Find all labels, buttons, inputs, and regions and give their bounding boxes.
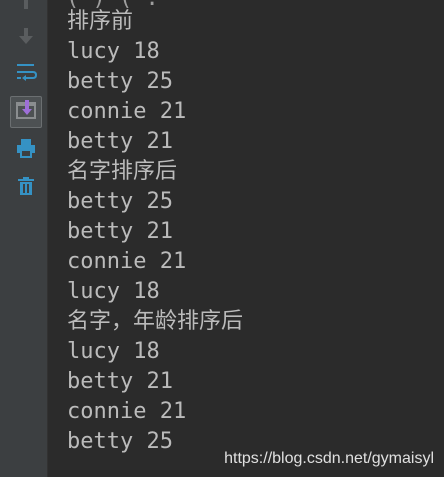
clear-all-button[interactable] — [10, 172, 42, 204]
toolbar-top-edge-button[interactable] — [10, 0, 42, 22]
console-line: betty 25 — [67, 429, 173, 454]
console-line: betty 21 — [67, 129, 173, 154]
watermark: https://blog.csdn.net/gymaisyl — [224, 450, 434, 467]
console-line: lucy 18 — [67, 279, 160, 304]
console-line: connie 21 — [67, 399, 187, 424]
console-lines: 排序前 lucy 18 betty 25 connie 21 betty 21 … — [67, 7, 243, 457]
arrow-down-icon — [16, 26, 36, 50]
console-line: betty 21 — [67, 369, 173, 394]
console-line: betty 25 — [67, 69, 173, 94]
console-line: 排序前 — [67, 9, 134, 34]
console-toolbar — [0, 0, 48, 477]
console-output-panel[interactable]: ( ) ( . 排序前 lucy 18 betty 25 connie 21 b… — [48, 0, 444, 477]
import-export-button[interactable] — [10, 96, 42, 128]
trash-icon — [15, 175, 37, 201]
print-button[interactable] — [10, 134, 42, 166]
soft-wrap-icon — [14, 60, 38, 88]
console-line: betty 25 — [67, 189, 173, 214]
import-icon — [15, 99, 37, 125]
toolbar-top-edge-icon — [17, 0, 35, 17]
console-line: lucy 18 — [67, 39, 160, 64]
console-line: connie 21 — [67, 99, 187, 124]
scroll-to-end-button[interactable] — [10, 22, 42, 54]
console-line: betty 21 — [67, 219, 173, 244]
console-line: connie 21 — [67, 249, 187, 274]
console-line: lucy 18 — [67, 339, 160, 364]
console-line: 名字，年龄排序后 — [67, 309, 244, 334]
console-line: 名字排序后 — [67, 159, 178, 184]
print-icon — [15, 137, 37, 163]
soft-wrap-button[interactable] — [10, 58, 42, 90]
